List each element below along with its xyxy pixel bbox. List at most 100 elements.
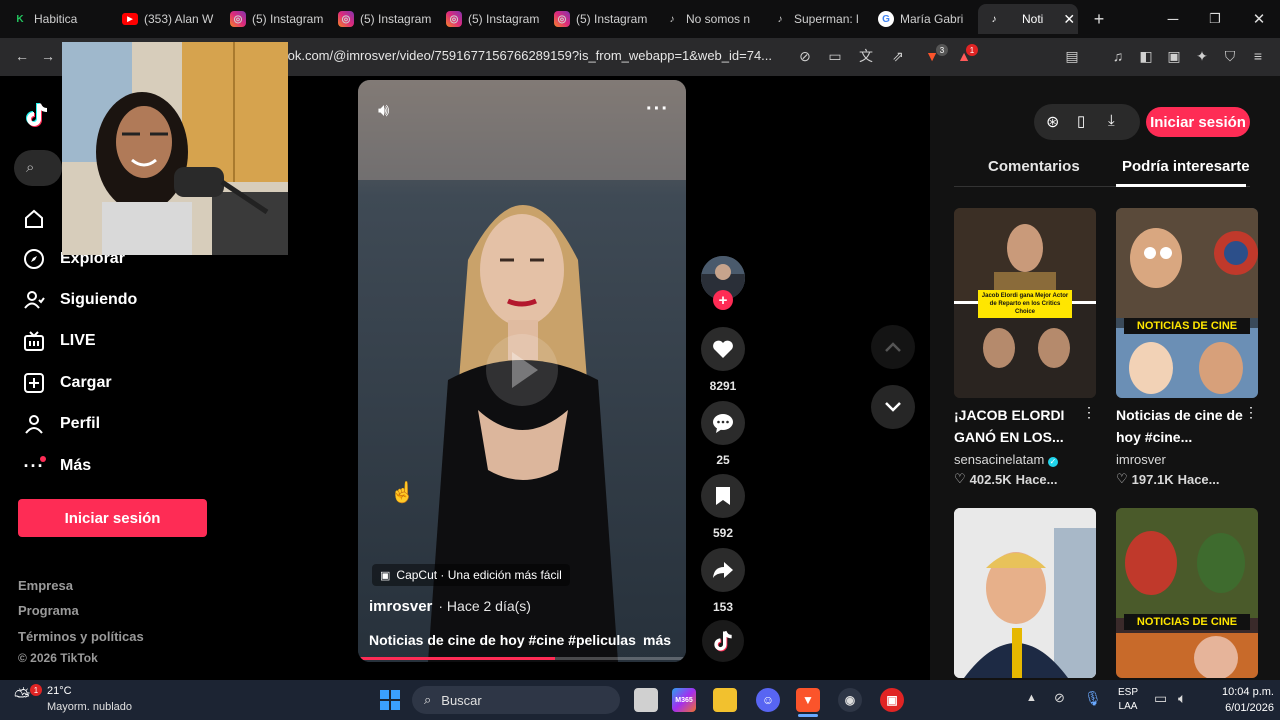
weather-icon[interactable]: ⛅︎ xyxy=(14,686,30,709)
clock[interactable]: 10:04 p.m. 6/01/2026 xyxy=(1202,684,1274,716)
recommended-video-thumbnail[interactable]: NOTICIAS DE CINE xyxy=(1116,208,1258,398)
video-player[interactable]: 🔊︎ ··· ▣ CapCut · Una edición más fácil … xyxy=(358,80,686,662)
share-arrow-icon[interactable] xyxy=(701,548,745,592)
reader-icon[interactable]: ▤ xyxy=(1062,46,1082,66)
sidebar-toggle-icon[interactable]: ◧ xyxy=(1136,46,1156,66)
footer-link-terminos[interactable]: Términos y políticas xyxy=(18,629,144,644)
next-video-button[interactable] xyxy=(871,385,915,429)
compass-icon xyxy=(22,247,46,271)
tab-instagram-2[interactable]: ◎ (5) Instagram xyxy=(330,4,434,34)
brave-icon[interactable]: ▼ xyxy=(796,688,820,712)
video-author[interactable]: imrosver xyxy=(369,598,432,615)
tab-habitica[interactable]: K Habitica xyxy=(4,4,100,34)
recommended-video-thumbnail[interactable]: NOTICIAS DE CINE xyxy=(1116,508,1258,678)
tray-overflow-icon[interactable]: ▲ xyxy=(1026,692,1037,704)
progress-track[interactable] xyxy=(358,657,686,660)
capcut-badge[interactable]: ▣ CapCut · Una edición más fácil xyxy=(372,564,570,586)
file-explorer-icon[interactable] xyxy=(713,688,737,712)
share-action[interactable]: 153 xyxy=(700,548,746,614)
tab-tiktok-active[interactable]: ♪ Noti ✕ xyxy=(978,4,1078,34)
volume-tray-icon[interactable]: 🔈︎ xyxy=(1178,690,1186,707)
weather-temp[interactable]: 21°C xyxy=(47,685,72,697)
microphone-icon[interactable]: 🎙︎ xyxy=(1084,690,1102,707)
card-author[interactable]: imrosver xyxy=(1116,452,1166,467)
sidebar-item-live[interactable]: LIVE xyxy=(22,328,96,354)
download-icon[interactable]: ⤓ xyxy=(1108,112,1115,129)
tab-tiktok-1[interactable]: ♪ No somos n xyxy=(656,4,756,34)
tab-comentarios[interactable]: Comentarios xyxy=(988,158,1080,175)
sidebar-item-siguiendo[interactable]: Siguiendo xyxy=(22,287,137,313)
comment-action[interactable]: 25 xyxy=(700,401,746,467)
tab-google[interactable]: G María Gabri xyxy=(870,4,974,34)
capcut-icon: ▣ xyxy=(380,569,391,582)
tab-instagram-4[interactable]: ◎ (5) Instagram xyxy=(546,4,650,34)
recommended-video-title[interactable]: ¡JACOB ELORDI GANÓ EN LOS... xyxy=(954,404,1084,448)
footer-link-empresa[interactable]: Empresa xyxy=(18,578,73,593)
sidebar-item-mas[interactable]: ··· Más xyxy=(22,453,92,479)
save-action[interactable]: 592 xyxy=(700,474,746,540)
share-icon[interactable]: ⇗ xyxy=(888,46,908,66)
more-link[interactable]: más xyxy=(643,632,671,648)
profile-icon xyxy=(22,412,46,436)
tab-title: Habitica xyxy=(34,12,78,26)
task-view-icon[interactable] xyxy=(634,688,658,712)
login-button[interactable]: Iniciar sesión xyxy=(18,499,207,537)
screen-icon[interactable]: ▭ xyxy=(825,46,845,66)
url-field[interactable]: tok.com/@imrosver/video/7591677156766289… xyxy=(284,44,790,68)
maximize-button[interactable]: ❐ xyxy=(1204,8,1226,30)
card-more-icon[interactable]: ⋮ xyxy=(1244,404,1258,421)
translate-icon[interactable]: 文 xyxy=(856,46,876,66)
music-disc[interactable] xyxy=(702,620,744,662)
forward-icon[interactable]: → xyxy=(38,46,58,66)
recommended-video-thumbnail[interactable]: Jacob Elordi gana Mejor Actor de Reparto… xyxy=(954,208,1096,398)
search-input[interactable]: ⌕ xyxy=(14,150,62,186)
comment-icon[interactable] xyxy=(701,401,745,445)
follow-plus-button[interactable]: + xyxy=(713,290,733,310)
tab-instagram-3[interactable]: ◎ (5) Instagram xyxy=(438,4,542,34)
sidebar-item-perfil[interactable]: Perfil xyxy=(22,411,100,437)
back-icon[interactable]: ← xyxy=(12,46,32,66)
wallet-icon[interactable]: ▣ xyxy=(1164,46,1184,66)
no-cast-icon[interactable]: ⊘ xyxy=(795,46,815,66)
recommended-video-title[interactable]: Noticias de cine de hoy #cine... xyxy=(1116,404,1246,448)
new-tab-button[interactable]: + xyxy=(1088,8,1110,30)
minimize-button[interactable]: ─ xyxy=(1162,8,1184,30)
obs-icon[interactable]: ◉ xyxy=(838,688,862,712)
camera-off-icon[interactable]: ⊘ xyxy=(1054,690,1065,706)
previous-video-button[interactable] xyxy=(871,325,915,369)
bookmark-icon[interactable] xyxy=(701,474,745,518)
tab-tiktok-2[interactable]: ♪ Superman: l xyxy=(764,4,864,34)
network-icon[interactable]: ▭ xyxy=(1154,690,1167,707)
sidebar-item-cargar[interactable]: Cargar xyxy=(22,370,112,396)
sidebar-item-home[interactable] xyxy=(22,206,46,232)
vpn-icon[interactable]: ⛉ xyxy=(1220,46,1240,66)
volume-icon[interactable]: 🔊︎ xyxy=(378,100,389,121)
taskbar-search[interactable]: ⌕ Buscar xyxy=(412,686,620,714)
header-login-button[interactable]: Iniciar sesión xyxy=(1146,107,1250,137)
recommended-video-thumbnail[interactable] xyxy=(954,508,1096,678)
weather-desc[interactable]: Mayorm. nublado xyxy=(47,701,132,713)
tab-podria-interesarte[interactable]: Podría interesarte xyxy=(1122,158,1250,175)
tiktok-logo[interactable] xyxy=(22,100,52,135)
coin-icon[interactable]: ⊛ xyxy=(1046,112,1059,132)
card-more-icon[interactable]: ⋮ xyxy=(1082,404,1096,421)
like-action[interactable]: 8291 xyxy=(700,327,746,393)
music-icon[interactable]: ♫ xyxy=(1108,46,1128,66)
record-app-icon[interactable]: ▣ xyxy=(880,688,904,712)
footer-link-programa[interactable]: Programa xyxy=(18,603,79,618)
discord-icon[interactable]: ☺︎ xyxy=(756,688,780,712)
heart-icon[interactable] xyxy=(701,327,745,371)
leo-ai-icon[interactable]: ✦ xyxy=(1192,46,1212,66)
close-window-button[interactable]: ✕ xyxy=(1248,8,1270,30)
phone-icon[interactable]: ▯ xyxy=(1077,112,1085,130)
close-tab-icon[interactable]: ✕ xyxy=(1063,11,1075,28)
m365-icon[interactable]: M365 xyxy=(672,688,696,712)
start-button[interactable] xyxy=(378,688,402,712)
more-options-icon[interactable]: ··· xyxy=(646,98,669,121)
card-author[interactable]: sensacinelatam ✓ xyxy=(954,452,1058,467)
google-icon: G xyxy=(878,11,894,27)
menu-icon[interactable]: ≡ xyxy=(1248,46,1268,66)
tab-instagram-1[interactable]: ◎ (5) Instagram xyxy=(222,4,326,34)
tab-youtube[interactable]: ▶ (353) Alan W xyxy=(114,4,214,34)
language-indicator[interactable]: ESP LAA xyxy=(1118,686,1138,714)
